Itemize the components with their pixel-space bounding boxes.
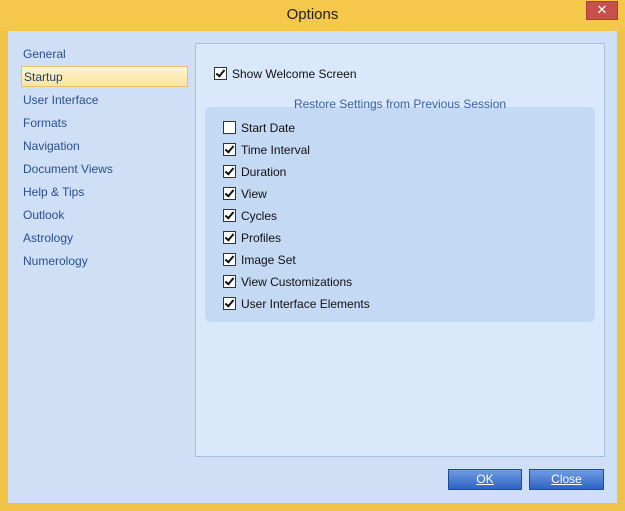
checkmark-icon	[224, 253, 235, 264]
checkmark-icon	[224, 143, 235, 154]
checkbox-box[interactable]	[214, 67, 227, 80]
checkbox-box[interactable]	[223, 143, 236, 156]
checkmark-icon	[224, 275, 235, 286]
show-welcome-label: Show Welcome Screen	[232, 67, 357, 81]
window-title: Options	[286, 6, 339, 23]
checkbox-label: Image Set	[241, 253, 296, 267]
checkbox-label: Profiles	[241, 231, 282, 245]
sidebar-item-navigation[interactable]: Navigation	[21, 136, 187, 157]
checkmark-icon	[224, 297, 235, 308]
checkbox-label: User Interface Elements	[241, 297, 370, 311]
sidebar-item-numerology[interactable]: Numerology	[21, 251, 187, 272]
checkbox-box[interactable]	[223, 275, 236, 288]
checkbox-box[interactable]	[223, 121, 236, 134]
sidebar-item-formats[interactable]: Formats	[21, 113, 187, 134]
checkbox-label: View	[241, 187, 267, 201]
close-window-button[interactable]: ✕	[586, 1, 618, 20]
sidebar-item-astrology[interactable]: Astrology	[21, 228, 187, 249]
checkbox-box[interactable]	[223, 231, 236, 244]
sidebar-item-document-views[interactable]: Document Views	[21, 159, 187, 180]
options-dialog: Options ✕ General Startup User Interface…	[0, 0, 625, 511]
checkbox-label: Start Date	[241, 121, 296, 135]
title-bar[interactable]: Options ✕	[0, 0, 625, 31]
checkmark-icon	[215, 67, 226, 78]
sidebar-item-general[interactable]: General	[21, 44, 187, 65]
checkbox-label: Cycles	[241, 209, 278, 223]
sidebar-item-help-tips[interactable]: Help & Tips	[21, 182, 187, 203]
checkbox-box[interactable]	[223, 253, 236, 266]
sidebar-item-user-interface[interactable]: User Interface	[21, 90, 187, 111]
group-title: Restore Settings from Previous Session	[293, 97, 507, 111]
startup-settings-panel: Show Welcome Screen Restore Settings fro…	[195, 43, 605, 457]
checkmark-icon	[224, 231, 235, 242]
checkbox-label: Duration	[241, 165, 287, 179]
checkbox-box[interactable]	[223, 187, 236, 200]
checkbox-label: View Customizations	[241, 275, 353, 289]
options-category-list: General Startup User Interface Formats N…	[13, 42, 189, 472]
restore-settings-group: Restore Settings from Previous Session S…	[205, 97, 595, 322]
checkbox-box[interactable]	[223, 297, 236, 310]
sidebar-item-startup[interactable]: Startup	[21, 66, 188, 87]
checkbox-box[interactable]	[223, 209, 236, 222]
checkbox-box[interactable]	[223, 165, 236, 178]
checkmark-icon	[224, 187, 235, 198]
close-icon: ✕	[596, 2, 608, 17]
close-button[interactable]: Close	[529, 469, 604, 490]
checkbox-label: Time Interval	[241, 143, 310, 157]
dialog-client-area: General Startup User Interface Formats N…	[8, 31, 617, 503]
checkmark-icon	[224, 165, 235, 176]
sidebar-item-outlook[interactable]: Outlook	[21, 205, 187, 226]
ok-button[interactable]: OK	[448, 469, 522, 490]
checkmark-icon	[224, 209, 235, 220]
